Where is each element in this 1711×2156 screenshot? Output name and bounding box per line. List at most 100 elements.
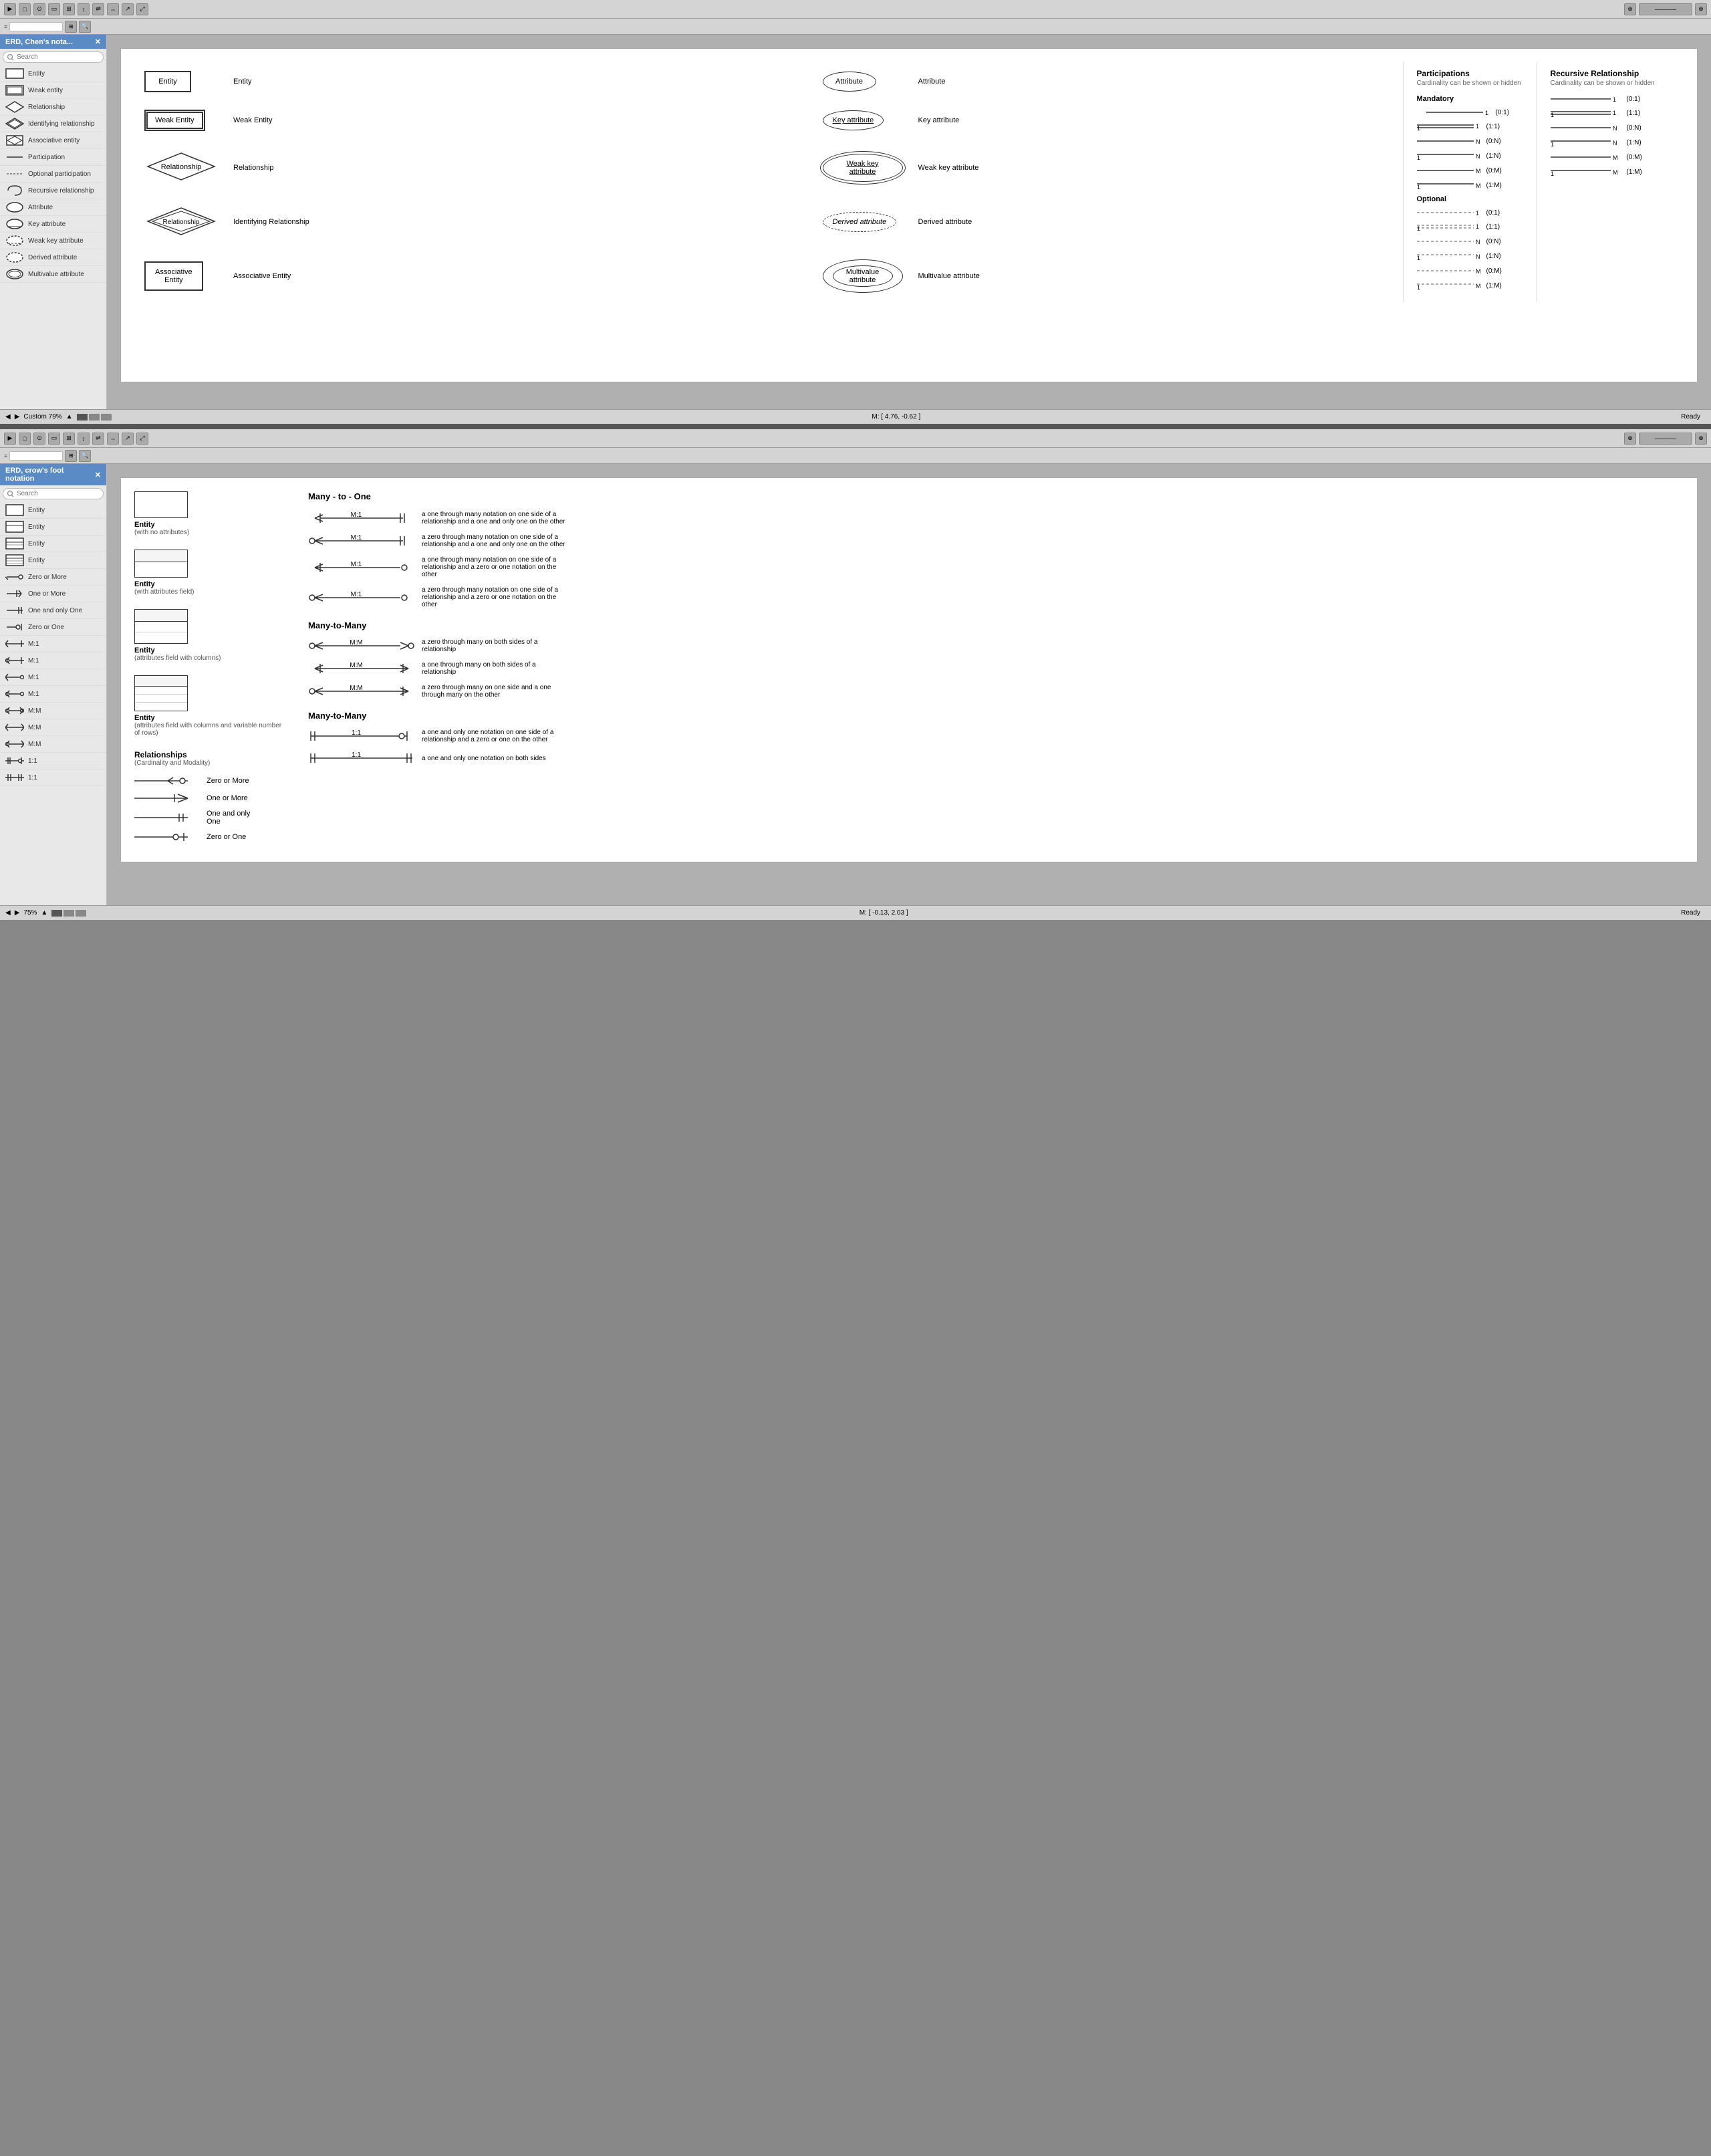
sidebar-close-icon[interactable]: ✕ bbox=[95, 37, 101, 46]
toolbar-input[interactable] bbox=[9, 22, 63, 31]
sidebar-cf-one-one[interactable]: One and only One bbox=[0, 602, 106, 619]
sidebar-item-key-attr[interactable]: Key attribute bbox=[0, 216, 106, 233]
sidebar-cf-m1-3[interactable]: M:1 bbox=[0, 669, 106, 686]
status-nav-right[interactable]: ▶ bbox=[15, 413, 20, 421]
page2-dot-1[interactable] bbox=[51, 910, 62, 917]
sidebar-item-attribute[interactable]: Attribute bbox=[0, 199, 106, 216]
toolbar-btn-7[interactable]: ⇌ bbox=[92, 3, 104, 15]
page-dot-3[interactable] bbox=[101, 414, 112, 421]
toolbar-search-btn[interactable]: 🔍 bbox=[79, 21, 91, 33]
page-dot-2[interactable] bbox=[89, 414, 100, 421]
sidebar-cf-close-icon[interactable]: ✕ bbox=[95, 471, 101, 479]
page2-dot-2[interactable] bbox=[63, 910, 74, 917]
sidebar-item-multivalue[interactable]: Multivalue attribute bbox=[0, 266, 106, 283]
sidebar-item-derived[interactable]: Derived attribute bbox=[0, 249, 106, 266]
sidebar-item-recursive[interactable]: Recursive relationship bbox=[0, 183, 106, 199]
sidebar-cf-entity-3[interactable]: Entity bbox=[0, 535, 106, 552]
toolbar-zoom-in[interactable]: ⊕ bbox=[1624, 3, 1636, 15]
sidebar-cf-mm-2[interactable]: M:M bbox=[0, 719, 106, 736]
toolbar2-btn-2[interactable]: □ bbox=[19, 433, 31, 445]
sidebar-item-assoc[interactable]: Associative entity bbox=[0, 132, 106, 149]
toolbar2-btn-7[interactable]: ⇌ bbox=[92, 433, 104, 445]
multivalue-icon bbox=[5, 268, 24, 280]
status2-nav-right[interactable]: ▶ bbox=[15, 909, 20, 917]
toolbar-btn-8[interactable]: ⇔ bbox=[107, 3, 119, 15]
toolbar2-search-btn[interactable]: 🔍 bbox=[79, 450, 91, 462]
sidebar-item-entity[interactable]: Entity bbox=[0, 66, 106, 82]
sidebar-label-derived: Derived attribute bbox=[28, 254, 77, 261]
toolbar2-btn-9[interactable]: ↗ bbox=[122, 433, 134, 445]
sidebar-cf-m1-1[interactable]: M:1 bbox=[0, 636, 106, 652]
toolbar2-btn-1[interactable]: ▶ bbox=[4, 433, 16, 445]
toolbar-zoom-out[interactable]: ⊕ bbox=[1695, 3, 1707, 15]
toolbar2-label: ≡ bbox=[4, 453, 7, 459]
sidebar-cf-entity-2[interactable]: Entity bbox=[0, 519, 106, 535]
toolbar2-btn-10[interactable]: ⤢ bbox=[136, 433, 148, 445]
status-nav-left[interactable]: ◀ bbox=[5, 413, 11, 421]
sidebar-cf-entity-1[interactable]: Entity bbox=[0, 502, 106, 519]
toolbar2-btn-3[interactable]: ⊙ bbox=[33, 433, 45, 445]
sidebar-cf-mm-1[interactable]: M:M bbox=[0, 703, 106, 719]
sidebar-cf-one-more[interactable]: One or More bbox=[0, 586, 106, 602]
toolbar2-input[interactable] bbox=[9, 451, 63, 461]
toolbar-btn-10[interactable]: ⤢ bbox=[136, 3, 148, 15]
sidebar-cf-m1-4[interactable]: M:1 bbox=[0, 686, 106, 703]
toolbar-btn-1[interactable]: ▶ bbox=[4, 3, 16, 15]
search-input-cf[interactable] bbox=[3, 488, 104, 499]
cf-key-one-one: One and onlyOne bbox=[134, 810, 288, 826]
status-zoom[interactable]: Custom 79% bbox=[23, 413, 61, 421]
toolbar-btn-2[interactable]: □ bbox=[19, 3, 31, 15]
toolbar-grid[interactable]: ⊞ bbox=[65, 21, 77, 33]
sidebar-item-weak-entity[interactable]: Weak entity bbox=[0, 82, 106, 99]
sidebar-cf-11-1[interactable]: 1:1 bbox=[0, 753, 106, 769]
cf-one-more-label: One or More bbox=[207, 794, 248, 802]
cf-m2o-desc-4: a zero through many notation on one side… bbox=[422, 586, 569, 608]
toolbar-btn-6[interactable]: ↕ bbox=[78, 3, 90, 15]
sidebar-item-id-rel[interactable]: Identifying relationship bbox=[0, 116, 106, 132]
toolbar2-btn-4[interactable]: ▭ bbox=[48, 433, 60, 445]
multivalue-text-cell: Multivalue attribute bbox=[913, 249, 1404, 302]
opt-line-1N: 1N (1:N) bbox=[1417, 251, 1523, 261]
toolbar2-btn-6[interactable]: ↕ bbox=[78, 433, 90, 445]
cf-one-one-icon bbox=[5, 604, 24, 616]
page2-dot-3[interactable] bbox=[76, 910, 86, 917]
status2-nav-left[interactable]: ◀ bbox=[5, 909, 11, 917]
coords-2: M: [ -0.13, 2.03 ] bbox=[90, 909, 1677, 917]
sidebar-cf-entity-4[interactable]: Entity bbox=[0, 552, 106, 569]
toolbar2-btn-5[interactable]: ⊞ bbox=[63, 433, 75, 445]
page-dot-1[interactable] bbox=[77, 414, 88, 421]
toolbar-btn-5[interactable]: ⊞ bbox=[63, 3, 75, 15]
sidebar-item-weak-key[interactable]: Weak key attribute bbox=[0, 233, 106, 249]
toolbar-btn-3[interactable]: ⊙ bbox=[33, 3, 45, 15]
svg-text:1: 1 bbox=[1613, 96, 1616, 103]
cf-m2m-svg-1: M:M bbox=[308, 639, 415, 652]
part-line-0M: M (0:M) bbox=[1417, 166, 1523, 175]
toolbar-btn-4[interactable]: ▭ bbox=[48, 3, 60, 15]
toolbar-zoom-slider[interactable]: ───── bbox=[1639, 3, 1692, 15]
toolbar2-zoom-in[interactable]: ⊕ bbox=[1624, 433, 1636, 445]
sidebar-item-participation[interactable]: Participation bbox=[0, 149, 106, 166]
status-zoom-up[interactable]: ▲ bbox=[66, 413, 73, 421]
search-input[interactable] bbox=[3, 51, 104, 63]
toolbar-btn-9[interactable]: ↗ bbox=[122, 3, 134, 15]
sidebar-item-opt-part[interactable]: Optional participation bbox=[0, 166, 106, 183]
status2-zoom-up[interactable]: ▲ bbox=[41, 909, 47, 917]
sidebar-cf-m1-2[interactable]: M:1 bbox=[0, 652, 106, 669]
status2-zoom[interactable]: 75% bbox=[23, 909, 37, 917]
sidebar-item-relationship[interactable]: Relationship bbox=[0, 99, 106, 116]
sidebar-cf-11-2[interactable]: 1:1 bbox=[0, 769, 106, 786]
toolbar2-zoom-slider[interactable]: ───── bbox=[1639, 433, 1692, 445]
rec-line-11: 11 (1:1) bbox=[1551, 108, 1671, 118]
sidebar-cf-zero-more[interactable]: Zero or More bbox=[0, 569, 106, 586]
cf-entity-simple-box bbox=[134, 491, 188, 518]
rec-line-1M-svg: 1M bbox=[1551, 167, 1624, 176]
toolbar2-zoom-out[interactable]: ⊕ bbox=[1695, 433, 1707, 445]
sidebar-cf-zero-one[interactable]: Zero or One bbox=[0, 619, 106, 636]
rec-line-0M-svg: M bbox=[1551, 152, 1624, 162]
rec-line-1N: 1N (1:N) bbox=[1551, 138, 1671, 147]
toolbar2-btn-8[interactable]: ⇔ bbox=[107, 433, 119, 445]
cf-entity-4-icon bbox=[5, 554, 24, 566]
assoc-line2: Entity bbox=[155, 276, 192, 284]
toolbar2-grid[interactable]: ⊞ bbox=[65, 450, 77, 462]
sidebar-cf-mm-3[interactable]: M:M bbox=[0, 736, 106, 753]
